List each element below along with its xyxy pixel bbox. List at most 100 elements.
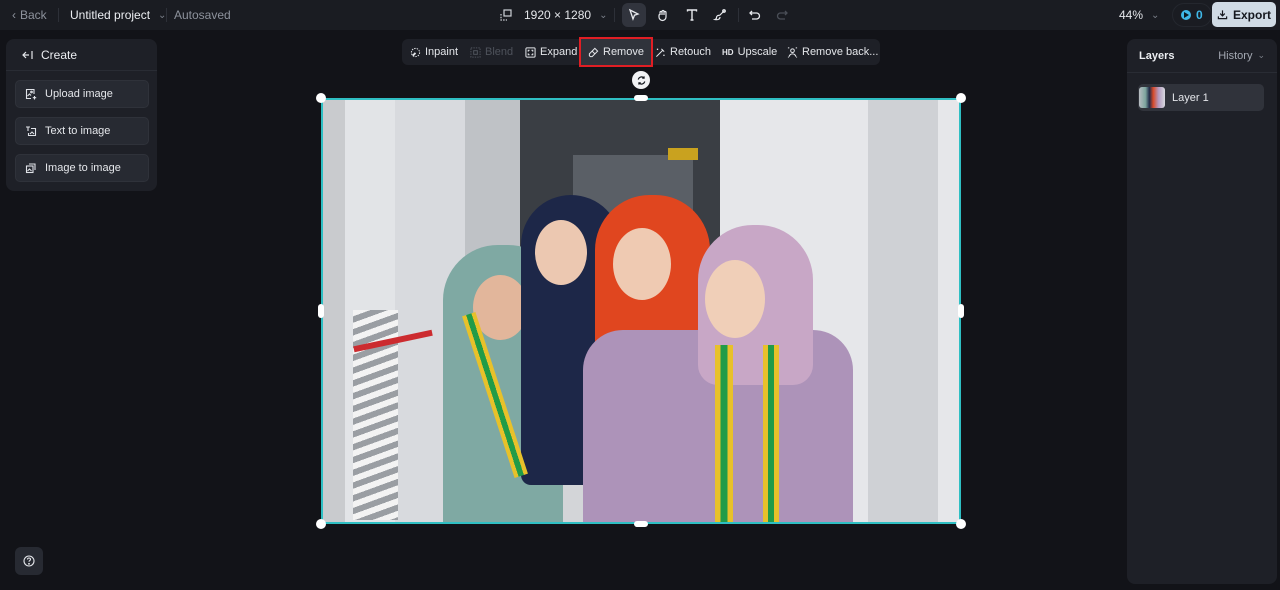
divider <box>166 8 167 22</box>
back-label: Back <box>20 8 47 22</box>
top-bar: ‹ Back Untitled project ⌄ Autosaved 1920… <box>0 0 1280 30</box>
remove-background-icon <box>787 46 798 58</box>
export-label: Export <box>1232 7 1271 22</box>
layers-panel-header: Layers History ⌄ <box>1127 39 1277 73</box>
image-region <box>763 345 779 522</box>
image-to-image-label: Image to image <box>45 162 121 174</box>
resize-handle-bottom-right[interactable] <box>956 519 966 529</box>
resize-handle-bottom-left[interactable] <box>316 519 326 529</box>
image-to-image-button[interactable]: Image to image <box>15 154 149 182</box>
canvas-size-value: 1920 × 1280 <box>524 8 592 22</box>
text-to-image-icon <box>26 126 37 137</box>
hand-tool-button[interactable] <box>651 3 675 27</box>
image-region <box>668 148 698 160</box>
brush-icon <box>713 9 726 21</box>
layers-panel: Layers History ⌄ Layer 1 <box>1127 39 1277 584</box>
resize-handle-top[interactable] <box>634 95 648 101</box>
chevron-left-icon: ‹ <box>12 8 16 22</box>
remove-label: Remove <box>603 46 644 58</box>
layer-thumbnail <box>1139 87 1165 108</box>
hand-icon <box>658 9 667 22</box>
expand-label: Expand <box>540 46 578 58</box>
upscale-label: Upscale <box>737 46 778 58</box>
upload-image-label: Upload image <box>45 88 113 100</box>
project-name-dropdown[interactable]: Untitled project ⌄ <box>70 0 166 30</box>
chevron-down-icon: ⌄ <box>1151 9 1160 21</box>
cursor-arrow-icon <box>628 8 640 21</box>
image-region <box>613 228 671 300</box>
upload-image-button[interactable]: Upload image <box>15 80 149 108</box>
blend-icon <box>470 46 481 58</box>
retouch-button[interactable]: Retouch <box>655 39 711 65</box>
back-button[interactable]: ‹ Back <box>12 0 47 30</box>
inpaint-button[interactable]: Inpaint <box>410 39 458 65</box>
inpaint-label: Inpaint <box>425 46 459 58</box>
credit-coin-icon <box>1181 10 1191 20</box>
text-to-image-button[interactable]: Text to image <box>15 117 149 145</box>
history-label: History <box>1218 49 1253 62</box>
image-to-image-icon <box>25 163 36 174</box>
text-to-image-label: Text to image <box>45 125 111 137</box>
resize-handle-top-right[interactable] <box>956 93 966 103</box>
chevron-down-icon: ⌄ <box>1257 50 1265 60</box>
divider <box>738 8 739 22</box>
layer-item[interactable]: Layer 1 <box>1138 84 1264 111</box>
chevron-down-icon: ⌄ <box>599 9 608 21</box>
collapse-left-icon <box>22 50 33 59</box>
history-dropdown[interactable]: History ⌄ <box>1218 50 1265 62</box>
resize-icon <box>500 9 512 21</box>
export-button[interactable]: Export <box>1212 2 1276 27</box>
credits-badge[interactable]: 0 <box>1172 3 1212 27</box>
remove-background-label: Remove back... <box>802 46 879 58</box>
zoom-level-dropdown[interactable]: 44% ⌄ <box>1119 0 1159 30</box>
download-icon <box>1217 10 1228 20</box>
eraser-icon <box>588 47 599 57</box>
image-actions-toolbar: Inpaint Blend Expand Remove Retouch HD U… <box>402 37 880 67</box>
canvas-size-dropdown[interactable]: 1920 × 1280 ⌄ <box>500 0 607 30</box>
expand-icon <box>525 46 536 58</box>
undo-icon <box>749 10 761 20</box>
resize-handle-bottom[interactable] <box>634 521 648 527</box>
create-panel-title: Create <box>41 47 78 62</box>
layer-name: Layer 1 <box>1172 91 1209 104</box>
image-region <box>535 220 587 285</box>
image-region <box>705 260 765 338</box>
redo-button[interactable] <box>770 3 794 27</box>
help-icon <box>23 555 35 567</box>
create-panel: Create Upload image Text to image Image … <box>6 39 157 191</box>
brush-tool-button[interactable] <box>708 3 732 27</box>
hd-icon: HD <box>722 47 734 57</box>
magic-wand-icon <box>656 47 665 57</box>
upload-image-icon <box>25 88 37 100</box>
divider <box>614 8 615 22</box>
remove-button[interactable]: Remove <box>579 37 653 67</box>
rotate-icon <box>637 75 645 85</box>
canvas-image-layer[interactable] <box>321 98 961 524</box>
divider <box>58 8 59 22</box>
text-tool-button[interactable] <box>680 3 704 27</box>
rotate-handle[interactable] <box>632 71 650 89</box>
blend-label: Blend <box>485 46 514 58</box>
project-name: Untitled project <box>70 8 151 22</box>
image-region <box>715 345 733 522</box>
blend-button[interactable]: Blend <box>470 39 513 65</box>
resize-handle-left[interactable] <box>318 304 324 318</box>
redo-icon <box>776 10 788 20</box>
save-status: Autosaved <box>174 8 231 22</box>
resize-handle-top-left[interactable] <box>316 93 326 103</box>
remove-background-button[interactable]: Remove back... <box>787 39 878 65</box>
text-icon <box>686 9 698 21</box>
create-panel-header[interactable]: Create <box>6 39 157 71</box>
undo-button[interactable] <box>743 3 767 27</box>
retouch-label: Retouch <box>670 46 711 58</box>
image-region <box>868 100 938 522</box>
resize-handle-right[interactable] <box>958 304 964 318</box>
expand-button[interactable]: Expand <box>525 39 577 65</box>
upscale-button[interactable]: HD Upscale <box>722 39 777 65</box>
select-tool-button[interactable] <box>622 3 646 27</box>
help-button[interactable] <box>15 547 43 575</box>
inpaint-icon <box>410 47 421 57</box>
layers-tab[interactable]: Layers <box>1139 50 1174 62</box>
credits-count: 0 <box>1196 8 1203 22</box>
zoom-level-value: 44% <box>1119 8 1144 22</box>
